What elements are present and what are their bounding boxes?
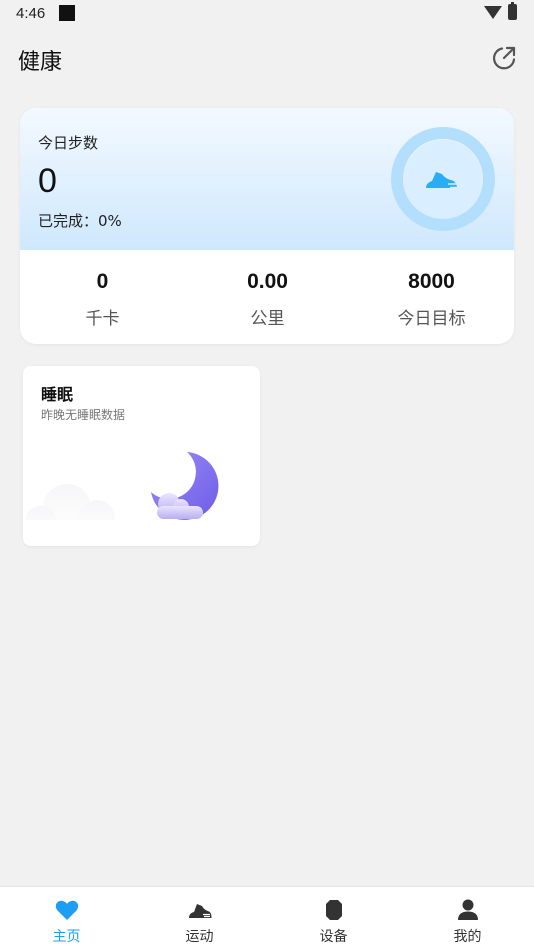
stat-value: 8000 bbox=[408, 270, 455, 293]
stat-label: 公里 bbox=[250, 309, 285, 329]
running-shoe-icon bbox=[188, 904, 211, 918]
bottom-navigation: 主页 运动 设备 我的 bbox=[0, 886, 534, 951]
nav-sport[interactable]: 运动 bbox=[133, 887, 266, 951]
nav-label: 设备 bbox=[319, 929, 348, 945]
status-time: 4:46 bbox=[16, 5, 46, 22]
nav-device[interactable]: 设备 bbox=[267, 887, 400, 951]
stat-label: 今日目标 bbox=[397, 309, 466, 329]
nav-label: 我的 bbox=[453, 929, 482, 945]
sleep-subtitle: 昨晚无睡眠数据 bbox=[41, 408, 126, 422]
nav-home[interactable]: 主页 bbox=[0, 887, 133, 951]
stat-label: 千卡 bbox=[85, 309, 120, 329]
status-bar: 4:46 bbox=[0, 0, 534, 28]
share-external-icon bbox=[493, 46, 516, 70]
stat-distance: 0.00 公里 bbox=[185, 250, 350, 344]
notification-icon bbox=[59, 5, 75, 21]
sleep-card[interactable]: 睡眠 昨晚无睡眠数据 bbox=[23, 366, 260, 546]
cloud-illustration bbox=[23, 484, 133, 546]
steps-stats-row: 0 千卡 0.00 公里 8000 今日目标 bbox=[20, 250, 514, 344]
completion-text: 已完成：0% bbox=[38, 212, 122, 230]
steps-progress-ring bbox=[391, 127, 495, 231]
stat-goal: 8000 今日目标 bbox=[349, 250, 514, 344]
sleep-title: 睡眠 bbox=[41, 385, 74, 404]
stat-value: 0.00 bbox=[247, 270, 288, 293]
page-title: 健康 bbox=[18, 50, 63, 75]
app-header: 健康 bbox=[0, 36, 534, 80]
battery-icon bbox=[508, 2, 517, 20]
person-icon bbox=[457, 899, 478, 920]
share-button[interactable] bbox=[490, 44, 518, 72]
moon-icon bbox=[151, 452, 219, 520]
nav-mine[interactable]: 我的 bbox=[401, 887, 534, 951]
nav-label: 运动 bbox=[185, 929, 214, 945]
steps-card[interactable]: 今日步数 0 已完成：0% 0 千卡 0.00 公里 8000 今日目标 bbox=[20, 108, 514, 344]
nav-label: 主页 bbox=[52, 929, 81, 945]
watch-icon bbox=[325, 900, 342, 920]
steps-count: 0 bbox=[38, 162, 57, 200]
heart-icon bbox=[55, 900, 78, 920]
steps-label: 今日步数 bbox=[38, 134, 99, 152]
steps-summary: 今日步数 0 已完成：0% bbox=[20, 108, 514, 250]
wifi-icon bbox=[484, 6, 502, 19]
stat-value: 0 bbox=[96, 270, 109, 293]
stat-calories: 0 千卡 bbox=[20, 250, 185, 344]
